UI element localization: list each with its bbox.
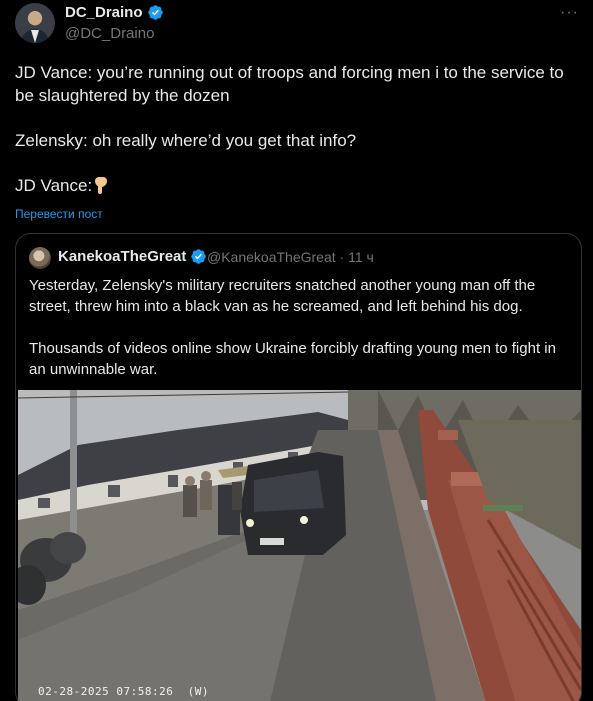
quoted-author-avatar[interactable] xyxy=(29,247,51,269)
quoted-paragraph: Thousands of videos online show Ukraine … xyxy=(29,340,556,378)
video-timestamp: 02-28-2025 07:58:26 (W) xyxy=(38,685,209,698)
tweet-paragraph-last: JD Vance: xyxy=(15,174,580,197)
quoted-time[interactable]: 11 ч xyxy=(348,249,374,265)
pointing-down-hand-icon xyxy=(93,177,109,194)
author-handle[interactable]: @DC_Draino xyxy=(65,25,154,42)
tweet: DC_Draino @DC_Draino ··· JD Vance: you’r… xyxy=(0,0,593,701)
video-still[interactable]: 02-28-2025 07:58:26 (W) xyxy=(18,390,581,701)
author-avatar[interactable] xyxy=(15,3,55,43)
more-options-icon[interactable]: ··· xyxy=(560,4,579,22)
translate-post-link[interactable]: Перевести пост xyxy=(15,207,103,221)
tweet-paragraph: Zelensky: oh really where’d you get that… xyxy=(15,131,357,150)
quoted-meta: @KanekoaTheGreat · 11 ч xyxy=(207,249,374,265)
quoted-tweet[interactable]: KanekoaTheGreat @KanekoaTheGreat · 11 ч … xyxy=(15,233,582,701)
quoted-text: Yesterday, Zelensky's military recruiter… xyxy=(29,275,574,401)
meta-separator: · xyxy=(339,249,345,265)
quoted-author-name-row[interactable]: KanekoaTheGreat xyxy=(58,248,207,265)
author-name[interactable]: DC_Draino xyxy=(65,4,143,21)
quoted-paragraph: Yesterday, Zelensky's military recruiter… xyxy=(29,277,536,315)
quoted-author-name[interactable]: KanekoaTheGreat xyxy=(58,248,186,265)
quoted-author-handle[interactable]: @KanekoaTheGreat xyxy=(207,249,336,265)
tweet-paragraph: JD Vance: you’re running out of troops a… xyxy=(15,63,564,105)
author-name-row[interactable]: DC_Draino xyxy=(65,4,164,21)
street-scene-image xyxy=(18,390,581,701)
tweet-text: JD Vance: you’re running out of troops a… xyxy=(15,61,580,197)
verified-badge-icon xyxy=(147,5,163,20)
verified-badge-icon xyxy=(191,249,207,264)
tweet-paragraph-text: JD Vance: xyxy=(15,176,93,195)
